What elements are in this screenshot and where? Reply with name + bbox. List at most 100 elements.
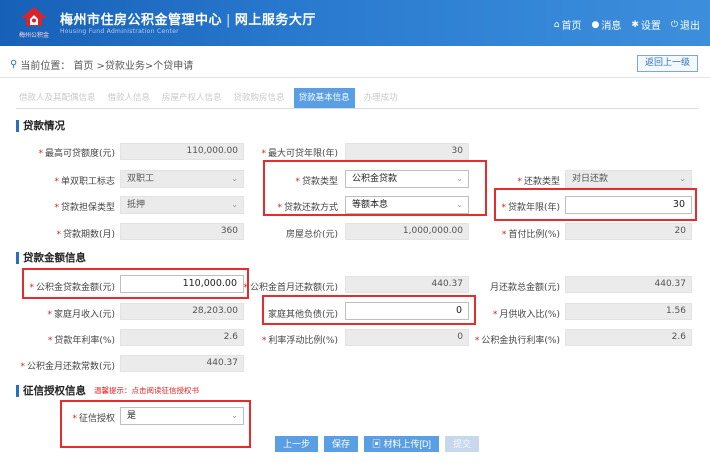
house-price-label-text: 房屋总价(元) — [285, 230, 338, 240]
exec-rate-label-text: 公积金执行利率(%) — [481, 336, 560, 346]
site-logo: 梅州公积金 — [12, 6, 56, 40]
max-years-label-text: 最大可贷年限(年) — [267, 149, 338, 159]
submit-button[interactable]: 提交 — [445, 436, 480, 452]
house-price-field: 1,000,000.00 — [345, 223, 469, 240]
income-ratio-label: * 月供收入比(%) — [493, 307, 560, 320]
site-title-sub: 网上服务大厅 — [234, 13, 316, 28]
max-years-field: 30 — [345, 143, 469, 160]
back-button[interactable]: 返回上一级 — [636, 55, 698, 72]
max-years-label: * 最大可贷年限(年) — [261, 146, 338, 159]
dual-worker-label: * 单双职工标志 — [54, 174, 115, 187]
prev-step-button[interactable]: 上一步 — [275, 436, 319, 452]
required-mark: * — [492, 310, 498, 320]
site-header: 梅州公积金 梅州市住房公积金管理中心 | 网上服务大厅 Housing Fund A… — [0, 0, 710, 46]
nav-logout-label: 退出 — [680, 21, 700, 32]
highlight-fund-amount — [22, 268, 249, 299]
first-month-label-text: 公积金首月还款额(元) — [249, 283, 338, 293]
highlight-loan-years — [494, 188, 697, 221]
message-icon: ● — [591, 19, 600, 30]
breadcrumb-path[interactable]: 首页 >贷款业务>个贷申请 — [73, 57, 193, 72]
tab-house-purchase[interactable]: 贷款购房信息 — [231, 88, 288, 108]
monthly-total-field: 440.37 — [565, 276, 692, 293]
down-ratio-label-text: 首付比例(%) — [508, 230, 560, 240]
annual-rate-label-text: 贷款年利率(%) — [54, 336, 115, 346]
repay-type-label: * 还款类型 — [517, 174, 560, 187]
required-mark: * — [54, 203, 59, 213]
float-ratio-label: * 利率浮动比例(%) — [262, 333, 338, 346]
down-ratio-field: 20 — [565, 223, 692, 240]
section-amount-info: 贷款金额信息 — [16, 250, 86, 265]
section-bar — [16, 119, 19, 132]
save-button[interactable]: 保存 — [324, 436, 359, 452]
nav-messages-label: 消息 — [601, 21, 622, 32]
breadcrumb-bar: ⚲ 当前位置： 首页 >贷款业务>个贷申请 返回上一级 — [0, 48, 710, 78]
location-pin-icon: ⚲ — [10, 59, 18, 70]
annual-rate-label: * 贷款年利率(%) — [48, 333, 115, 346]
repay-type-select[interactable]: 对日还款 ⌄ — [565, 170, 692, 188]
nav-settings-label: 设置 — [640, 21, 661, 32]
annual-rate-field: 2.6 — [120, 329, 244, 346]
required-mark: * — [47, 310, 52, 320]
site-title-main: 梅州市住房公积金管理中心 — [60, 13, 223, 28]
housing-fund-emblem-icon — [21, 7, 47, 26]
guarantee-select[interactable]: 抵押 ⌄ — [120, 196, 244, 214]
repay-type-value: 对日还款 — [572, 174, 609, 184]
tab-property-owner[interactable]: 房屋产权人信息 — [159, 88, 225, 108]
income-ratio-label-text: 月供收入比(%) — [499, 310, 560, 320]
tab-done[interactable]: 办理成功 — [361, 88, 401, 108]
exec-rate-label: * 公积金执行利率(%) — [475, 333, 560, 346]
monthly-total-label-text: 月还款总金额(元) — [489, 283, 560, 293]
chevron-down-icon: ⌄ — [231, 174, 238, 183]
float-ratio-label-text: 利率浮动比例(%) — [268, 336, 338, 346]
tab-loan-basic[interactable]: 贷款基本信息 — [293, 88, 355, 108]
section-loan-info-title: 贷款情况 — [23, 120, 65, 132]
power-icon: ⏻ — [670, 19, 678, 30]
repay-type-label-text: 还款类型 — [523, 177, 560, 187]
loan-months-label: * 贷款期数(月) — [56, 227, 115, 240]
nav-home[interactable]: ⌂ 首页 — [553, 17, 582, 33]
required-mark: * — [474, 336, 480, 346]
nav-settings[interactable]: ✱ 设置 — [631, 17, 661, 33]
required-mark: * — [47, 336, 53, 346]
nav-messages[interactable]: ● 消息 — [591, 17, 622, 33]
guarantee-label: * 贷款担保类型 — [54, 200, 115, 213]
upload-button-label: 材料上传[D] — [383, 439, 432, 449]
section-bar — [16, 251, 19, 264]
family-income-field: 28,203.00 — [120, 303, 244, 320]
dual-worker-value: 双职工 — [127, 174, 155, 184]
first-month-label: * 公积金首月还款额(元) — [243, 280, 338, 293]
upload-icon: ▣ — [372, 439, 384, 449]
upload-materials-button[interactable]: ▣ 材料上传[D] — [364, 436, 440, 452]
action-buttons: 上一步 保存 ▣ 材料上传[D] 提交 — [275, 436, 480, 452]
site-subtitle-en: Housing Fund Administration Center — [60, 28, 179, 35]
monthly-total-label: 月还款总金额(元) — [490, 280, 560, 293]
section-bar — [16, 384, 19, 397]
top-nav: ⌂ 首页 ● 消息 ✱ 设置 ⏻ 退出 — [553, 17, 700, 33]
nav-home-label: 首页 — [561, 21, 582, 32]
credit-auth-tip-link[interactable]: 温馨提示：点击阅读征信授权书 — [94, 385, 199, 396]
dual-worker-select[interactable]: 双职工 ⌄ — [120, 170, 244, 188]
required-mark: * — [38, 149, 43, 159]
nav-logout[interactable]: ⏻ 退出 — [670, 17, 700, 33]
required-mark: * — [20, 362, 25, 372]
chevron-down-icon: ⌄ — [231, 200, 238, 209]
required-mark: * — [501, 230, 507, 240]
breadcrumb-prefix: 当前位置： — [20, 61, 71, 72]
tab-borrower-spouse[interactable]: 借款人及其配偶信息 — [16, 88, 99, 108]
monthly-fixed-field: 440.37 — [120, 355, 244, 372]
required-mark: * — [54, 177, 59, 187]
site-title: 梅州市住房公积金管理中心 | 网上服务大厅 — [60, 9, 316, 28]
home-icon: ⌂ — [553, 19, 560, 30]
income-ratio-field: 1.56 — [565, 303, 692, 320]
max-amount-label-text: 最高可贷额度(元) — [44, 149, 115, 159]
highlight-credit-auth — [60, 400, 251, 448]
tab-borrower[interactable]: 借款人信息 — [105, 88, 154, 108]
max-amount-field: 110,000.00 — [120, 143, 244, 160]
highlight-other-debt — [262, 295, 476, 325]
title-separator: | — [226, 13, 231, 28]
required-mark: * — [517, 177, 522, 187]
logo-text: 梅州公积金 — [18, 32, 49, 39]
down-ratio-label: * 首付比例(%) — [502, 227, 560, 240]
house-price-label: 房屋总价(元) — [286, 227, 338, 240]
tab-divider — [16, 108, 698, 109]
